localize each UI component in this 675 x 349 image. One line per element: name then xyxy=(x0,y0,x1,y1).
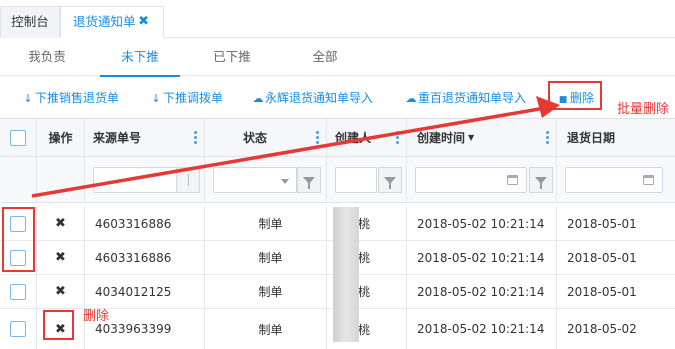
header-source-no[interactable]: 来源单号 xyxy=(85,119,205,156)
cell-status: 制单 xyxy=(205,207,327,240)
subtab-pushed[interactable]: 已下推 xyxy=(192,38,272,76)
row-checkbox[interactable] xyxy=(10,321,26,337)
tab-bar: 控制台 退货通知单 ✖ xyxy=(0,0,675,38)
source-no-filter-input[interactable] xyxy=(93,167,177,193)
close-icon[interactable]: ✖ xyxy=(138,7,149,37)
tab-console[interactable]: 控制台 xyxy=(0,6,60,38)
creator-filter-input[interactable] xyxy=(335,167,377,193)
push-transfer-button[interactable]: ↓ 下推调拨单 xyxy=(150,88,223,108)
row-checkbox[interactable] xyxy=(10,283,26,300)
filter-icon[interactable] xyxy=(297,167,321,193)
chevron-down-icon xyxy=(281,179,289,184)
arrow-down-icon: ↓ xyxy=(151,92,161,105)
delete-row-icon[interactable]: ✖ xyxy=(55,216,66,231)
arrow-down-icon: ↓ xyxy=(23,92,33,105)
header-created-time[interactable]: 创建时间 ▼ xyxy=(407,119,557,156)
highlight-row-checkboxes xyxy=(2,207,35,272)
status-subtabs: 我负责 未下推 已下推 全部 xyxy=(0,38,675,77)
highlight-delete-row-icon xyxy=(43,310,74,340)
cloud-upload-icon: ☁ xyxy=(252,92,264,105)
cell-created-time: 2018-05-02 10:21:14 xyxy=(407,207,557,240)
cell-created-time: 2018-05-02 10:21:14 xyxy=(407,241,557,274)
return-date-filter-input[interactable] xyxy=(565,167,663,193)
cell-status: 制单 xyxy=(205,309,327,349)
tab-return-notice-label: 退货通知单 xyxy=(73,14,136,29)
toolbar: ↓ 下推销售退货单 ↓ 下推调拨单 ☁ 永辉退货通知单导入 ☁ 重百退货通知单导入 ■ 删… xyxy=(0,76,675,118)
status-filter-select[interactable] xyxy=(213,167,297,193)
header-status[interactable]: 状态 xyxy=(205,119,327,156)
cloud-upload-icon: ☁ xyxy=(405,92,417,105)
created-time-filter-input[interactable] xyxy=(415,167,527,193)
cell-return-date: 2018-05-01 xyxy=(567,250,637,265)
column-menu-icon[interactable] xyxy=(194,131,198,146)
cell-return-date: 2018-05-01 xyxy=(567,284,637,299)
column-menu-icon[interactable] xyxy=(396,131,400,146)
import-chongbai-button[interactable]: ☁ 重百退货通知单导入 xyxy=(405,88,527,108)
calendar-icon[interactable] xyxy=(643,175,654,185)
cell-created-time: 2018-05-02 10:21:14 xyxy=(407,309,557,349)
push-sales-return-button[interactable]: ↓ 下推销售退货单 xyxy=(22,88,119,108)
tab-return-notice[interactable]: 退货通知单 ✖ xyxy=(60,6,164,38)
subtab-not-pushed[interactable]: 未下推 xyxy=(100,38,180,77)
highlight-delete-button xyxy=(548,81,602,110)
cell-status: 制单 xyxy=(205,241,327,274)
column-menu-icon[interactable] xyxy=(316,131,320,146)
cell-status: 制单 xyxy=(205,275,327,308)
cell-source-no: 4603316886 xyxy=(85,241,205,274)
import-yonghui-button[interactable]: ☁ 永辉退货通知单导入 xyxy=(252,88,374,108)
cell-source-no: 4034012125 xyxy=(85,275,205,308)
delete-row-icon[interactable]: ✖ xyxy=(55,284,66,299)
annotation-batch-delete: 批量删除 xyxy=(617,102,670,117)
calendar-icon[interactable] xyxy=(507,175,518,185)
subtab-all[interactable]: 全部 xyxy=(285,38,365,76)
header-creator[interactable]: 创建人 xyxy=(327,119,407,156)
select-all-checkbox[interactable] xyxy=(10,129,26,146)
cell-return-date: 2018-05-01 xyxy=(567,216,637,231)
cell-created-time: 2018-05-02 10:21:14 xyxy=(407,275,557,308)
cell-return-date: 2018-05-02 xyxy=(567,322,637,336)
delete-row-icon[interactable]: ✖ xyxy=(55,250,66,265)
header-action: 操作 xyxy=(37,119,85,156)
filter-icon[interactable] xyxy=(378,167,402,193)
header-return-date[interactable]: 退货日期 xyxy=(557,119,675,156)
filter-icon[interactable] xyxy=(529,167,553,193)
column-menu-icon[interactable] xyxy=(546,131,550,146)
redacted-creator-names xyxy=(333,207,359,342)
subtab-mine[interactable]: 我负责 xyxy=(7,38,87,76)
annotation-delete: 删除 xyxy=(83,309,110,324)
filter-icon[interactable] xyxy=(176,167,200,193)
select-all-cell xyxy=(0,119,37,156)
cell-source-no: 4603316886 xyxy=(85,207,205,240)
table-header: 操作 来源单号 状态 创建人 创建时间 ▼ 退货日期 xyxy=(0,119,675,157)
sort-desc-icon[interactable]: ▼ xyxy=(468,133,474,142)
filter-row xyxy=(0,157,675,203)
